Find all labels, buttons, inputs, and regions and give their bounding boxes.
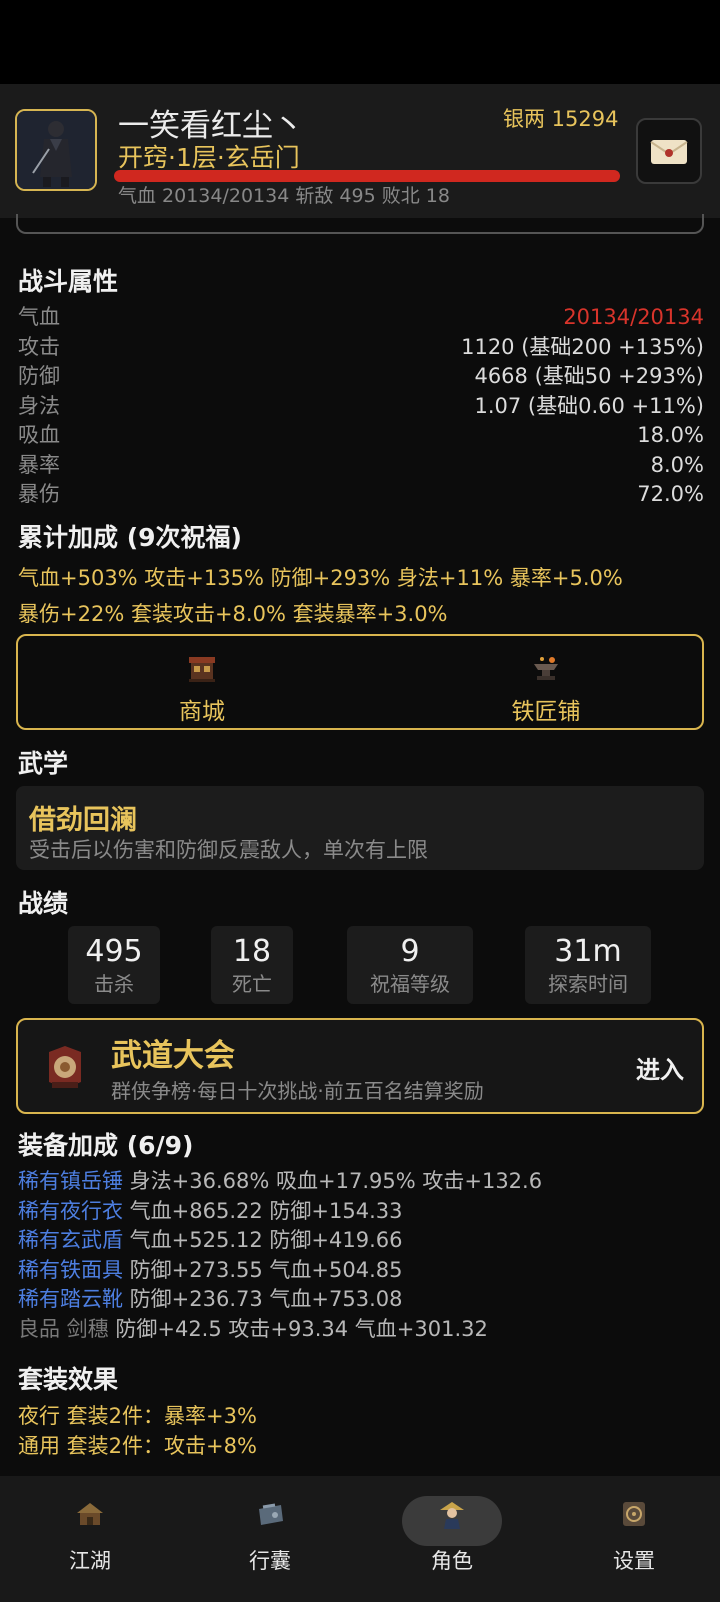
records-title: 战绩 xyxy=(18,889,69,918)
set-effect-line-2: 通用 套装2件：攻击+8% xyxy=(18,1434,257,1458)
equipment-stats: 防御+236.73 气血+753.08 xyxy=(123,1287,403,1311)
equipment-stats: 防御+273.55 气血+504.85 xyxy=(123,1257,403,1282)
tournament-subtitle: 群侠争榜·每日十次挑战·前五百名结算奖励 xyxy=(111,1079,484,1103)
attr-label: 防御 xyxy=(18,364,60,388)
anvil-icon xyxy=(534,657,558,680)
equipment-name: 良品 剑穗 xyxy=(18,1316,109,1341)
attr-value: 1120 (基础200 +135%) xyxy=(461,334,704,359)
skill-description: 受击后以伤害和防御反震敌人，单次有上限 xyxy=(29,838,428,862)
attr-value: 20134/20134 xyxy=(563,305,704,329)
equipment-row[interactable]: 稀有玄武盾 气血+525.12 防御+419.66 xyxy=(18,1226,708,1256)
battle-attributes-title: 战斗属性 xyxy=(18,267,119,296)
village-icon xyxy=(77,1503,103,1525)
record-explore-time: 31m 探索时间 xyxy=(525,926,651,1004)
nav-label: 行囊 xyxy=(249,1549,291,1573)
shop-stall-icon xyxy=(189,657,215,682)
equipment-name: 稀有铁面具 xyxy=(18,1257,123,1282)
attr-row-agility: 身法 1.07 (基础0.60 +11%) xyxy=(18,392,704,422)
equipment-stats: 气血+525.12 防御+419.66 xyxy=(123,1228,403,1252)
record-blessing-level: 9 祝福等级 xyxy=(347,926,473,1004)
record-value: 18 xyxy=(232,934,272,969)
skill-name: 借劲回澜 xyxy=(29,805,137,836)
battle-attributes-list: 气血 20134/20134 攻击 1120 (基础200 +135%) 防御 466… xyxy=(18,303,704,510)
realm-label: 开窍·1层·玄岳门 xyxy=(118,143,300,172)
mail-button[interactable] xyxy=(636,118,702,184)
equipment-stats: 防御+42.5 攻击+93.34 气血+301.32 xyxy=(108,1316,488,1341)
bag-icon xyxy=(259,1503,283,1525)
bonus-line-1: 气血+503% 攻击+135% 防御+293% 身法+11% 暴率+5.0% xyxy=(18,566,623,590)
panel-fragment xyxy=(16,214,704,234)
record-value: 9 xyxy=(400,934,420,969)
mall-button[interactable]: 商城 xyxy=(102,636,302,728)
record-label: 探索时间 xyxy=(548,972,628,996)
status-bar-area xyxy=(0,0,720,84)
nav-label: 角色 xyxy=(431,1549,473,1573)
shop-panel: 商城 铁匠铺 xyxy=(16,634,704,730)
set-effects-title: 套装效果 xyxy=(18,1365,119,1394)
character-icon xyxy=(440,1502,464,1529)
record-kills: 495 击杀 xyxy=(68,926,160,1004)
nav-label: 江湖 xyxy=(69,1549,111,1573)
record-label: 祝福等级 xyxy=(370,972,450,996)
nav-label: 设置 xyxy=(613,1549,655,1573)
equipment-row[interactable]: 稀有夜行衣 气血+865.22 防御+154.33 xyxy=(18,1197,708,1227)
nav-tab-character[interactable]: 角色 xyxy=(362,1476,542,1602)
tournament-title: 武道大会 xyxy=(111,1038,235,1074)
equipment-name: 稀有镇岳锤 xyxy=(18,1169,123,1193)
attr-value: 72.0% xyxy=(637,482,704,506)
attr-row-attack: 攻击 1120 (基础200 +135%) xyxy=(18,333,704,363)
mall-label: 商城 xyxy=(179,699,225,725)
equipment-name: 稀有踏云靴 xyxy=(18,1287,123,1311)
attr-label: 气血 xyxy=(18,305,60,329)
warrior-portrait-icon xyxy=(17,111,95,189)
equipment-row[interactable]: 良品 剑穗 防御+42.5 攻击+93.34 气血+301.32 xyxy=(18,1315,708,1345)
record-deaths: 18 死亡 xyxy=(211,926,293,1004)
scroll-settings-icon xyxy=(623,1502,645,1526)
equipment-row[interactable]: 稀有踏云靴 防御+236.73 气血+753.08 xyxy=(18,1285,708,1315)
bonus-line-2: 暴伤+22% 套装攻击+8.0% 套装暴率+3.0% xyxy=(18,602,448,626)
character-avatar[interactable] xyxy=(15,109,97,191)
record-value: 31m xyxy=(554,934,622,969)
attr-row-defense: 防御 4668 (基础50 +293%) xyxy=(18,362,704,392)
equipment-stats: 气血+865.22 防御+154.33 xyxy=(123,1198,403,1223)
equipment-row[interactable]: 稀有铁面具 防御+273.55 气血+504.85 xyxy=(18,1256,708,1286)
equipment-row[interactable]: 稀有镇岳锤 身法+36.68% 吸血+17.95% 攻击+132.6 xyxy=(18,1167,708,1197)
equipment-name: 稀有玄武盾 xyxy=(18,1228,123,1252)
set-effect-line-1: 夜行 套装2件：暴率+3% xyxy=(18,1404,257,1428)
blacksmith-button[interactable]: 铁匠铺 xyxy=(446,636,646,728)
equipment-name: 稀有夜行衣 xyxy=(18,1198,123,1223)
tournament-banner[interactable]: 武道大会 群侠争榜·每日十次挑战·前五百名结算奖励 进入 xyxy=(16,1018,704,1114)
record-value: 495 xyxy=(85,934,143,969)
envelope-icon xyxy=(650,140,688,164)
tournament-enter-button[interactable]: 进入 xyxy=(636,1050,684,1085)
silver-amount: 银两 15294 xyxy=(503,107,619,131)
attr-label: 攻击 xyxy=(18,334,60,359)
equipment-list: 稀有镇岳锤 身法+36.68% 吸血+17.95% 攻击+132.6 稀有夜行衣… xyxy=(18,1167,708,1344)
header-stats: 气血 20134/20134 斩敌 495 败北 18 xyxy=(118,185,450,207)
attr-value: 1.07 (基础0.60 +11%) xyxy=(474,393,704,418)
attr-row-crit-rate: 暴率 8.0% xyxy=(18,451,704,481)
attr-label: 身法 xyxy=(18,393,60,418)
nav-tab-jianghu[interactable]: 江湖 xyxy=(0,1476,180,1602)
cumulative-bonus-title: 累计加成 (9次祝福) xyxy=(18,523,242,552)
attr-value: 4668 (基础50 +293%) xyxy=(474,364,704,388)
skill-card[interactable]: 借劲回澜 受击后以伤害和防御反震敌人，单次有上限 xyxy=(16,786,704,870)
attr-value: 18.0% xyxy=(637,423,704,447)
nav-tab-settings[interactable]: 设置 xyxy=(544,1476,720,1602)
blacksmith-label: 铁匠铺 xyxy=(511,699,581,725)
martial-title: 武学 xyxy=(18,749,69,778)
equipment-stats: 身法+36.68% 吸血+17.95% 攻击+132.6 xyxy=(123,1169,543,1193)
attr-label: 暴率 xyxy=(18,452,60,477)
record-label: 死亡 xyxy=(232,972,272,996)
attr-value: 8.0% xyxy=(650,452,704,477)
attr-row-lifesteal: 吸血 18.0% xyxy=(18,421,704,451)
attr-label: 吸血 xyxy=(18,423,60,447)
attr-row-crit-damage: 暴伤 72.0% xyxy=(18,480,704,510)
attr-label: 暴伤 xyxy=(18,482,60,506)
nav-tab-bag[interactable]: 行囊 xyxy=(180,1476,360,1602)
drum-icon xyxy=(49,1046,81,1088)
record-label: 击杀 xyxy=(94,972,134,996)
equipment-title: 装备加成 (6/9) xyxy=(18,1131,194,1160)
attr-row-hp: 气血 20134/20134 xyxy=(18,303,704,333)
